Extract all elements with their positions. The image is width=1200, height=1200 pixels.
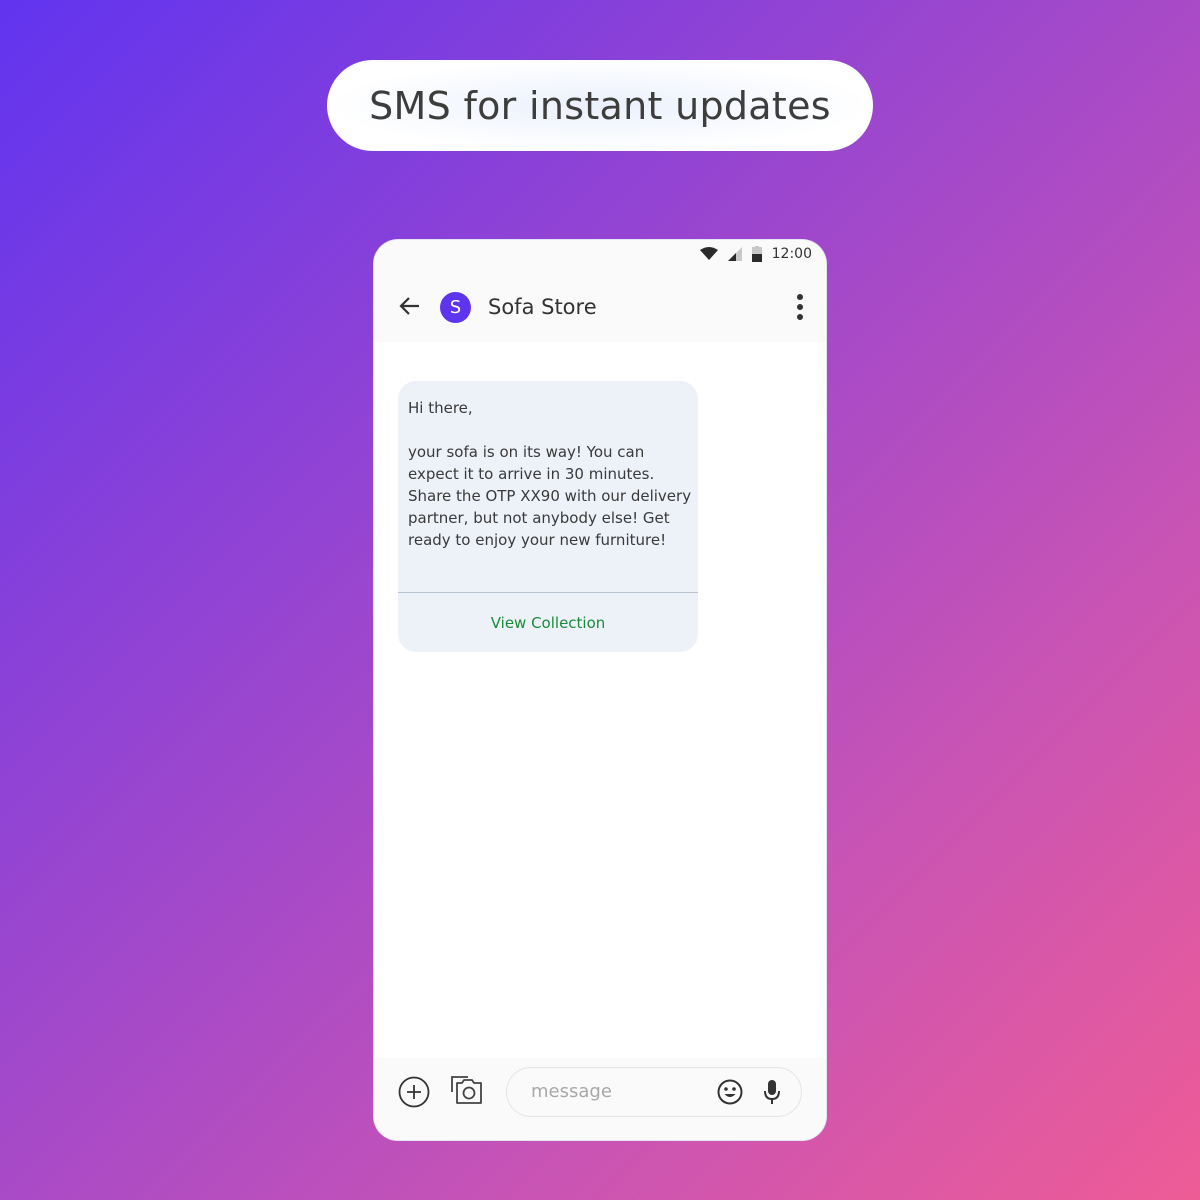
view-collection-button[interactable]: View Collection: [398, 593, 698, 652]
more-vert-icon[interactable]: [796, 293, 804, 321]
add-circle-icon[interactable]: [398, 1076, 430, 1108]
headline-text: SMS for instant updates: [369, 83, 831, 128]
back-arrow-icon[interactable]: [398, 294, 422, 318]
message-placeholder: message: [531, 1081, 612, 1102]
phone-frame: 12:00 S Sofa Store Hi there, your sofa i…: [374, 240, 826, 1140]
avatar-letter: S: [449, 297, 462, 318]
camera-gallery-icon[interactable]: [450, 1074, 484, 1106]
mic-icon[interactable]: [763, 1079, 781, 1105]
app-bar: S Sofa Store: [374, 276, 826, 342]
battery-icon: [751, 246, 762, 262]
signal-icon: [727, 247, 742, 261]
message-text: Hi there, your sofa is on its way! You c…: [408, 399, 692, 549]
message-input[interactable]: message: [506, 1067, 802, 1117]
message-thread: Hi there, your sofa is on its way! You c…: [374, 342, 826, 1058]
contact-name: Sofa Store: [488, 295, 597, 319]
message-bubble: Hi there, your sofa is on its way! You c…: [398, 381, 698, 652]
contact-avatar[interactable]: S: [440, 292, 471, 323]
headline-banner: SMS for instant updates: [327, 60, 873, 151]
composer-bar: message: [374, 1058, 826, 1140]
status-bar: 12:00: [374, 240, 826, 276]
wifi-icon: [699, 247, 718, 260]
emoji-icon[interactable]: [717, 1079, 743, 1105]
status-time: 12:00: [771, 246, 812, 262]
